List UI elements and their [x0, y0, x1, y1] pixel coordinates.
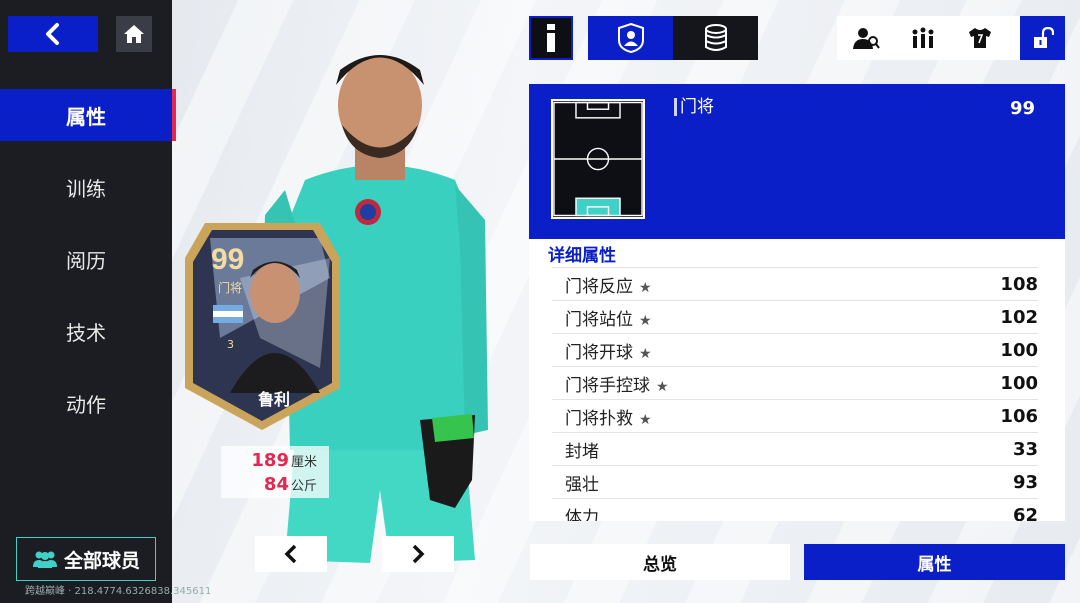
height-value: 189 [251, 450, 289, 471]
users-icon [32, 551, 57, 568]
star-icon: ★ [656, 378, 669, 395]
sidebar-item-label: 技术 [66, 320, 106, 345]
position-rating: 99 [1009, 98, 1035, 119]
tab-overview[interactable]: 总览 [530, 544, 790, 580]
jersey-button[interactable] [951, 16, 1008, 60]
jersey-icon [968, 28, 991, 48]
home-icon [124, 25, 144, 43]
scout-tab[interactable] [588, 16, 673, 60]
card-name: 鲁利 [258, 390, 291, 409]
stat-row: 门将扑救 ★ 106 [552, 399, 1038, 432]
height-row: 189 厘米 [251, 450, 317, 471]
position-label: 门将 [674, 98, 714, 116]
card-number: 3 [227, 338, 234, 351]
info-button[interactable] [529, 16, 573, 60]
stat-value: 102 [1000, 306, 1038, 328]
lock-button[interactable] [1020, 16, 1065, 60]
stat-row: 门将手控球 ★ 100 [552, 366, 1038, 399]
tab-label: 属性 [917, 554, 952, 575]
sidebar-item-skills[interactable]: 技术 [0, 305, 172, 357]
star-icon: ★ [639, 411, 652, 428]
stat-name: 门将手控球 [565, 375, 650, 396]
detail-title: 详细属性 [548, 246, 616, 266]
weight-value: 84 [263, 474, 289, 495]
height-unit: 厘米 [290, 455, 317, 470]
home-button[interactable] [116, 16, 152, 52]
stat-name: 门将站位 [565, 309, 633, 330]
unlock-icon [1033, 27, 1054, 48]
formation-button[interactable] [894, 16, 951, 60]
stat-name: 门将扑救 [565, 408, 633, 429]
watermark: 跨越巅峰 · 218.4774.6326838.345611 [25, 586, 212, 597]
right-toolbar [837, 16, 1065, 60]
all-players-button[interactable]: 全部球员 [16, 537, 156, 581]
stat-name: 门将开球 [565, 342, 633, 363]
coin-stack-icon [704, 24, 727, 51]
chevron-right-icon [412, 544, 425, 564]
stat-value: 100 [1000, 339, 1038, 361]
stat-value: 106 [1000, 405, 1038, 427]
sidebar: 属性 训练 阅历 技术 动作 全部球员 跨越巅峰 · 218.4774.6326… [0, 0, 211, 603]
stat-name: 门将反应 [565, 276, 633, 297]
weight-row: 84 公斤 [264, 474, 317, 495]
physical-info: 189 厘米 84 公斤 [221, 446, 329, 498]
card-rating: 99 [211, 243, 245, 276]
stat-name: 强壮 [565, 474, 599, 495]
value-tab[interactable] [673, 16, 758, 60]
star-icon: ★ [639, 279, 652, 296]
sidebar-item-training[interactable]: 训练 [0, 161, 172, 213]
stat-row: 门将反应 ★ 108 [552, 267, 1038, 300]
stats-panel: 门将 99 详细属性 门将反应 ★ 108 门将站位 ★ 102 门将开球 ★ 100… [529, 84, 1065, 521]
pitch-diagram [551, 99, 645, 219]
next-player-button[interactable] [382, 536, 454, 572]
stat-value: 100 [1000, 372, 1038, 394]
formation-icon [912, 27, 933, 48]
sidebar-item-attributes[interactable]: 属性 [0, 89, 176, 141]
star-icon: ★ [639, 312, 652, 329]
stat-value: 108 [1000, 273, 1038, 295]
stat-name: 封堵 [565, 441, 599, 462]
card-position: 门将 [218, 281, 243, 295]
stat-value: 62 [1012, 504, 1038, 522]
sidebar-item-moves[interactable]: 动作 [0, 377, 172, 429]
sidebar-item-label: 动作 [66, 392, 106, 417]
sidebar-item-experience[interactable]: 阅历 [0, 233, 172, 285]
stat-row: 门将开球 ★ 100 [552, 333, 1038, 366]
stat-row: 门将站位 ★ 102 [552, 300, 1038, 333]
weight-unit: 公斤 [290, 479, 317, 494]
stat-row: 体力 62 [552, 498, 1038, 521]
stat-row: 强壮 93 [552, 465, 1038, 498]
sidebar-item-label: 训练 [66, 176, 106, 201]
tab-label: 总览 [643, 554, 677, 575]
star-icon: ★ [639, 345, 652, 362]
back-button[interactable] [8, 16, 98, 52]
sidebar-item-label: 属性 [66, 104, 106, 129]
nation-flag [213, 305, 243, 323]
sidebar-item-label: 阅历 [66, 248, 106, 273]
stat-value: 33 [1012, 438, 1038, 460]
stat-row: 封堵 33 [552, 432, 1038, 465]
chevron-left-icon [284, 544, 297, 564]
info-icon [547, 24, 555, 52]
stat-value: 93 [1012, 471, 1038, 493]
stat-name: 体力 [565, 507, 599, 522]
manager-button[interactable] [837, 16, 894, 60]
manager-icon [852, 28, 880, 49]
back-icon [46, 23, 59, 45]
scout-badge-icon [617, 23, 644, 53]
prev-player-button[interactable] [255, 536, 327, 572]
position-header: 门将 99 [529, 84, 1065, 239]
all-players-label: 全部球员 [63, 549, 140, 572]
tab-attributes[interactable]: 属性 [804, 544, 1065, 580]
